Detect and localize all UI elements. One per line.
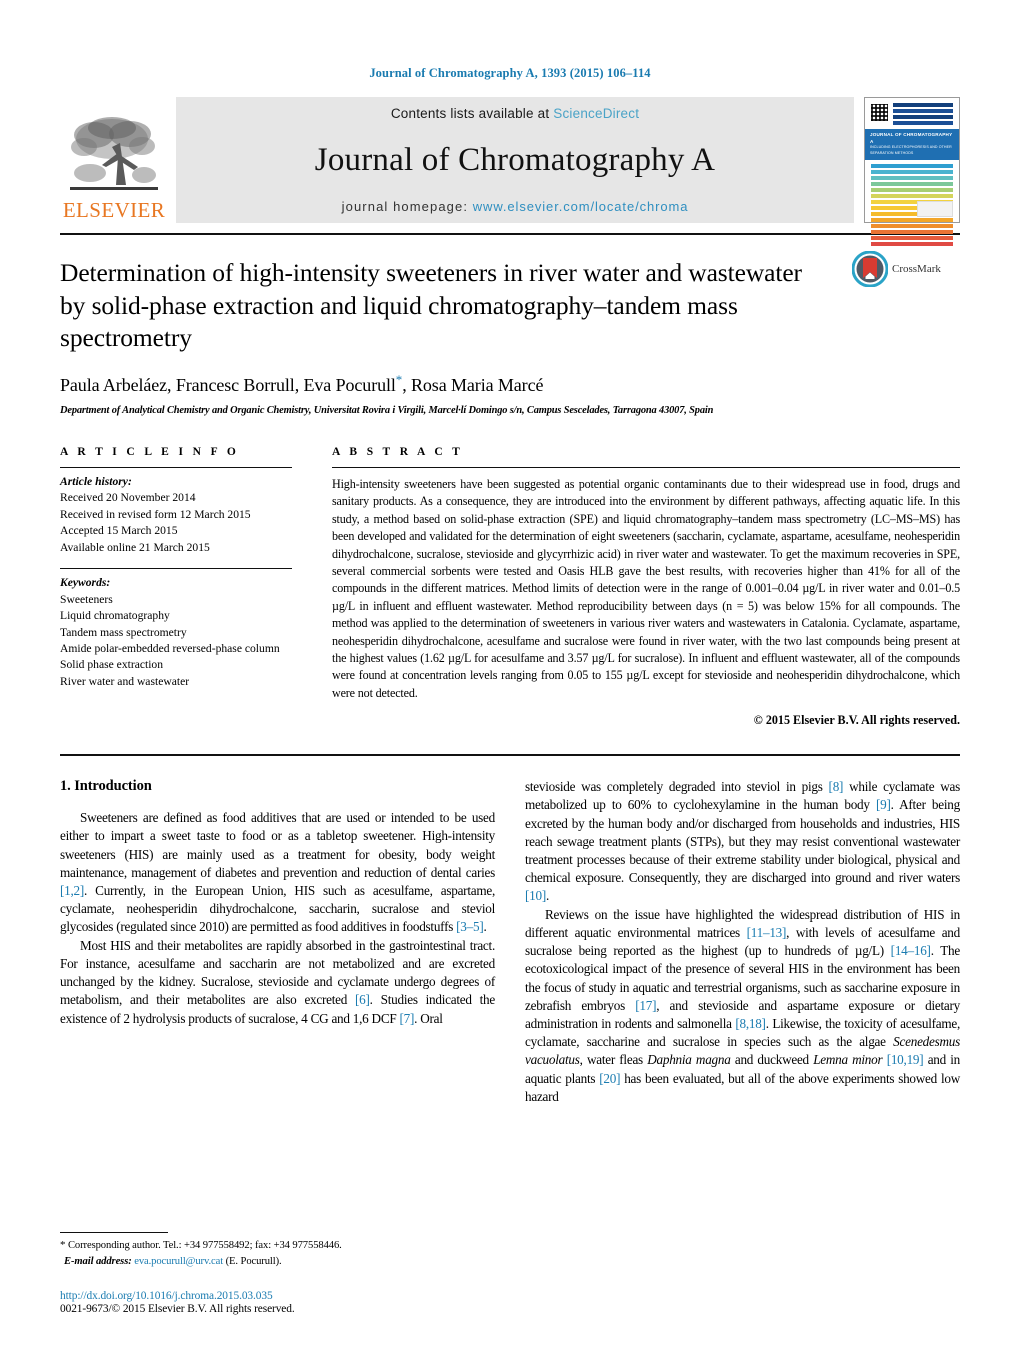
keyword-item: Tandem mass spectrometry [60, 625, 187, 639]
paragraph: Sweeteners are defined as food additives… [60, 810, 495, 935]
homepage-line: journal homepage: www.elsevier.com/locat… [342, 199, 689, 214]
section-heading-introduction: 1. Introduction [60, 778, 152, 795]
history-item: Received in revised form 12 March 2015 [60, 507, 251, 521]
journal-masthead: ELSEVIER Contents lists available at Sci… [60, 97, 960, 246]
cover-band-sub: INCLUDING ELECTROPHORESIS AND OTHER SEPA… [870, 145, 952, 155]
cover-top-bars [893, 103, 953, 125]
keyword-item: Solid phase extraction [60, 658, 164, 672]
contents-prefix: Contents lists available at [390, 106, 554, 121]
body-columns: 1. Introduction Sweeteners are defined a… [60, 778, 960, 1106]
citation-link[interactable]: [14–16] [891, 943, 931, 958]
homepage-prefix: journal homepage: [341, 198, 473, 214]
crossmark-badge[interactable]: CrossMark [852, 251, 960, 287]
keyword-item: Sweeteners [60, 592, 113, 606]
keyword-item: Amide polar-embedded reversed-phase colu… [60, 641, 280, 655]
elsevier-logo: ELSEVIER [60, 97, 168, 223]
citation-link[interactable]: [9] [876, 797, 891, 812]
body-column-right: stevioside was completely degraded into … [525, 778, 960, 1106]
citation-link[interactable]: [3–5] [456, 919, 484, 934]
author-names-tail: , Rosa Maria Marcé [402, 374, 544, 395]
keyword-item: River water and wastewater [60, 674, 190, 688]
email-owner: (E. Pocurull). [225, 1255, 282, 1267]
footnote-rule [60, 1231, 168, 1233]
cover-imprint-logo [917, 201, 953, 217]
journal-homepage-link[interactable]: www.elsevier.com/locate/chroma [473, 199, 689, 214]
article-info-column: A R T I C L E I N F O Article history: R… [60, 446, 292, 728]
page-title: Determination of high-intensity sweetene… [60, 258, 802, 353]
title-block: CrossMark Determination of high-intensit… [60, 235, 960, 416]
cover-band-title: JOURNAL OF CHROMATOGRAPHY A [870, 132, 953, 144]
citation-link[interactable]: [20] [599, 1071, 620, 1086]
author-list: Paula Arbeláez, Francesc Borrull, Eva Po… [60, 372, 960, 396]
citation-link[interactable]: [17] [635, 998, 656, 1013]
info-abstract-section: A R T I C L E I N F O Article history: R… [60, 446, 960, 728]
journal-cover-thumbnail: JOURNAL OF CHROMATOGRAPHY A INCLUDING EL… [864, 97, 960, 246]
citation-link[interactable]: [6] [355, 992, 370, 1007]
abstract-column: A B S T R A C T High-intensity sweetener… [332, 446, 960, 728]
running-head: Journal of Chromatography A, 1393 (2015)… [369, 66, 651, 80]
article-info-body: Article history: Received 20 November 20… [60, 468, 292, 690]
keywords-label: Keywords: [60, 576, 111, 590]
history-item: Received 20 November 2014 [60, 491, 196, 505]
crossmark-label: CrossMark [892, 263, 941, 275]
citation-link[interactable]: [8] [829, 779, 844, 794]
cover-qr-icon [871, 104, 888, 121]
crossmark-icon [852, 251, 888, 287]
abstract-heading: A B S T R A C T [332, 445, 464, 458]
citation-link[interactable]: [10,19] [887, 1052, 924, 1067]
email-label: E-mail address: [64, 1255, 132, 1267]
paragraph: Most HIS and their metabolites are rapid… [60, 937, 496, 1026]
contents-line: Contents lists available at ScienceDirec… [391, 106, 639, 121]
body-column-left: 1. Introduction Sweeteners are defined a… [60, 778, 495, 1106]
italic-term: Daphnia magna [647, 1052, 731, 1068]
citation-link[interactable]: [7] [400, 1011, 415, 1026]
journal-banner: Contents lists available at ScienceDirec… [176, 97, 854, 223]
footnote-star-icon: * [60, 1238, 66, 1251]
citation-link[interactable]: [10] [525, 888, 546, 903]
issn-copyright: 0021-9673/© 2015 Elsevier B.V. All right… [60, 1303, 295, 1315]
footnote-area: * Corresponding author. Tel.: +34 977558… [60, 1231, 495, 1269]
history-item: Accepted 15 March 2015 [60, 524, 178, 538]
citation-link[interactable]: [8,18] [735, 1016, 766, 1031]
article-page: Journal of Chromatography A, 1393 (2015)… [0, 0, 1020, 1351]
doi-link[interactable]: http://dx.doi.org/10.1016/j.chroma.2015.… [60, 1290, 495, 1302]
journal-title: Journal of Chromatography A [314, 141, 716, 178]
affiliation: Department of Analytical Chemistry and O… [60, 404, 714, 416]
article-history-label: Article history: [60, 474, 132, 488]
cover-title-band: JOURNAL OF CHROMATOGRAPHY A INCLUDING EL… [865, 129, 959, 160]
elsevier-wordmark: ELSEVIER [62, 198, 166, 222]
doi-area: http://dx.doi.org/10.1016/j.chroma.2015.… [60, 1290, 495, 1315]
keyword-item: Liquid chromatography [60, 609, 170, 623]
italic-term: Lemna minor [813, 1052, 883, 1068]
paragraph: Reviews on the issue have highlighted th… [525, 906, 961, 1104]
corresponding-author-text: Corresponding author. Tel.: +34 97755849… [67, 1239, 342, 1251]
abstract-text: High-intensity sweeteners have been sugg… [332, 476, 960, 700]
citation-link[interactable]: [1,2] [60, 883, 84, 898]
citation-link[interactable]: [11–13] [747, 925, 787, 940]
corresponding-author-note: * Corresponding author. Tel.: +34 977558… [60, 1238, 495, 1254]
body-divider [60, 754, 960, 757]
email-note: E-mail address: eva.pocurull@urv.cat (E.… [60, 1254, 495, 1269]
email-link[interactable]: eva.pocurull@urv.cat [134, 1256, 223, 1267]
sciencedirect-link[interactable]: ScienceDirect [553, 106, 639, 121]
abstract-copyright: © 2015 Elsevier B.V. All rights reserved… [753, 713, 960, 728]
elsevier-tree-icon [70, 117, 158, 190]
paragraph: stevioside was completely degraded into … [525, 779, 960, 904]
article-info-heading: A R T I C L E I N F O [60, 445, 240, 458]
keywords-rule: Keywords: Sweeteners Liquid chromatograp… [60, 568, 292, 690]
history-item: Available online 21 March 2015 [60, 540, 210, 554]
author-names: Paula Arbeláez, Francesc Borrull, Eva Po… [60, 374, 396, 395]
